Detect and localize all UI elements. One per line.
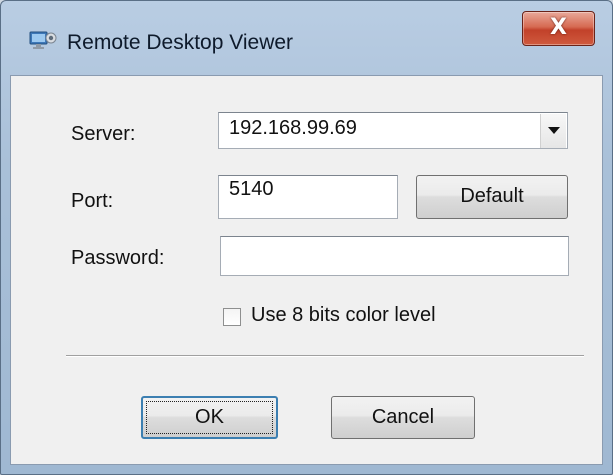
port-label: Port: [71,190,114,212]
close-button[interactable]: X [522,11,595,46]
default-button-label: Default [460,185,524,207]
window-title: Remote Desktop Viewer [67,31,294,54]
cancel-button-label: Cancel [371,406,435,428]
remote-desktop-icon [29,29,57,51]
close-icon: X [550,15,567,40]
chevron-down-icon [548,127,560,134]
color-level-checkbox[interactable] [223,308,241,326]
focus-ring [146,401,273,434]
color-level-checkbox-label[interactable]: Use 8 bits color level [251,304,436,327]
server-dropdown-button[interactable] [540,114,566,148]
ok-button[interactable]: OK [141,396,278,439]
default-button[interactable]: Default [416,175,568,219]
separator [66,355,584,357]
password-input[interactable] [220,236,569,276]
cancel-button[interactable]: Cancel [331,396,475,439]
dialog-window: Remote Desktop Viewer X Server: 192.168.… [0,0,613,475]
server-label: Server: [71,123,136,145]
port-input[interactable]: 5140 [218,175,398,219]
server-combobox[interactable]: 192.168.99.69 [218,112,568,149]
password-label: Password: [71,247,165,269]
server-value: 192.168.99.69 [229,117,357,139]
title-bar[interactable]: Remote Desktop Viewer X [1,1,612,77]
dialog-content: Server: 192.168.99.69 Port: 5140 Default… [10,75,603,465]
port-value: 5140 [229,178,274,200]
